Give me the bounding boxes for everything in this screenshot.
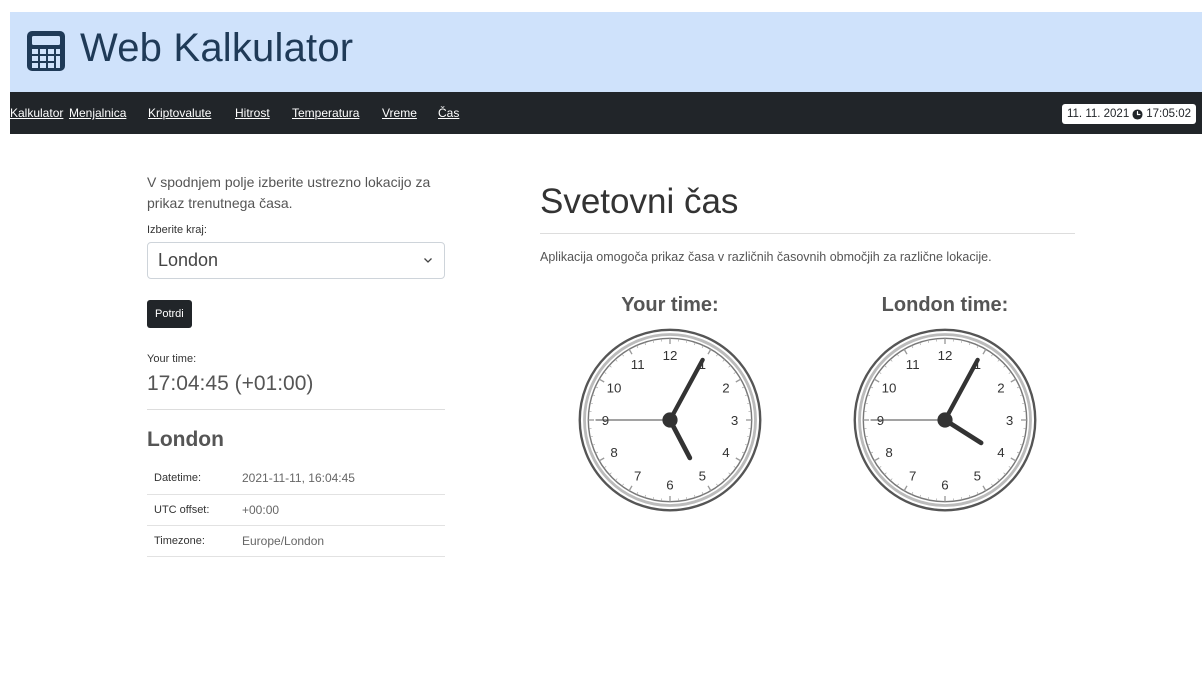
clock-number: 3 bbox=[1006, 413, 1013, 428]
clock-number: 2 bbox=[722, 380, 729, 395]
clock-number: 6 bbox=[666, 477, 673, 492]
world-title: Svetovni čas bbox=[540, 182, 739, 221]
clock-number: 5 bbox=[699, 469, 706, 484]
clock-number: 8 bbox=[610, 445, 617, 460]
row-key: Timezone: bbox=[147, 525, 242, 557]
analog-clock: 123456789101112 bbox=[578, 328, 762, 512]
clock-number: 8 bbox=[885, 445, 892, 460]
clock-number: 10 bbox=[607, 380, 622, 395]
table-row: UTC offset: +00:00 bbox=[147, 494, 445, 526]
clock-number: 6 bbox=[941, 477, 948, 492]
clock-number: 12 bbox=[663, 348, 678, 363]
city-heading: London bbox=[147, 428, 224, 451]
clock-number: 3 bbox=[731, 413, 738, 428]
city-select[interactable]: London bbox=[147, 242, 445, 279]
nav-link-temperatura[interactable]: Temperatura bbox=[292, 106, 359, 120]
location-form: V spodnjem polje izberite ustrezno lokac… bbox=[147, 172, 445, 557]
app-title: Web Kalkulator bbox=[80, 26, 354, 70]
page: Web Kalkulator Kalkulator Menjalnica Kri… bbox=[10, 12, 1202, 675]
clock-number: 7 bbox=[634, 469, 641, 484]
calculator-icon bbox=[27, 31, 65, 71]
confirm-button[interactable]: Potrdi bbox=[147, 300, 192, 328]
badge-time: 17:05:02 bbox=[1146, 108, 1191, 120]
your-time-clock: Your time: 123456789101112 bbox=[570, 294, 770, 515]
clock-number: 2 bbox=[997, 380, 1004, 395]
your-time-value: 17:04:45 (+01:00) bbox=[147, 372, 314, 395]
clock-number: 11 bbox=[906, 357, 920, 372]
clock-number: 10 bbox=[882, 380, 897, 395]
analog-clock: 123456789101112 bbox=[853, 328, 1037, 512]
nav-link-kalkulator[interactable]: Kalkulator bbox=[10, 106, 63, 120]
clock-center bbox=[937, 412, 953, 428]
intro-text: V spodnjem polje izberite ustrezno lokac… bbox=[147, 174, 431, 211]
clock-number: 4 bbox=[997, 445, 1004, 460]
divider bbox=[540, 233, 1075, 234]
london-time-clock: London time: 123456789101112 bbox=[845, 294, 1045, 515]
datetime-badge: 11. 11. 2021 17:05:02 bbox=[1061, 104, 1196, 124]
your-time-label: Your time: bbox=[147, 353, 197, 365]
clock-number: 4 bbox=[722, 445, 729, 460]
nav-link-cas[interactable]: Čas bbox=[438, 106, 459, 120]
nav-link-kriptovalute[interactable]: Kriptovalute bbox=[148, 106, 211, 120]
row-value: Europe/London bbox=[242, 525, 445, 557]
app-header: Web Kalkulator bbox=[10, 12, 1202, 92]
chevron-down-icon bbox=[424, 258, 432, 263]
divider bbox=[147, 409, 445, 410]
world-description: Aplikacija omogoča prikaz časa v različn… bbox=[540, 250, 992, 264]
clock-number: 5 bbox=[974, 469, 981, 484]
city-info-table: Datetime: 2021-11-11, 16:04:45 UTC offse… bbox=[147, 463, 445, 557]
row-key: UTC offset: bbox=[147, 494, 242, 526]
row-value: 2021-11-11, 16:04:45 bbox=[242, 463, 445, 495]
city-select-value: London bbox=[158, 250, 219, 270]
world-time-section: Svetovni čas Aplikacija omogoča prikaz č… bbox=[540, 182, 1075, 264]
nav-link-hitrost[interactable]: Hitrost bbox=[235, 106, 270, 120]
clock-title: London time: bbox=[881, 294, 1009, 316]
select-label: Izberite kraj: bbox=[147, 224, 207, 236]
row-value: +00:00 bbox=[242, 494, 445, 526]
row-key: Datetime: bbox=[147, 463, 242, 495]
table-row: Timezone: Europe/London bbox=[147, 525, 445, 557]
navbar: Kalkulator Menjalnica Kriptovalute Hitro… bbox=[10, 92, 1202, 134]
nav-link-menjalnica[interactable]: Menjalnica bbox=[69, 106, 126, 120]
table-row: Datetime: 2021-11-11, 16:04:45 bbox=[147, 463, 445, 495]
clock-number: 11 bbox=[631, 357, 645, 372]
clock-title: Your time: bbox=[621, 294, 719, 316]
clock-icon bbox=[1132, 108, 1143, 120]
nav-link-vreme[interactable]: Vreme bbox=[382, 106, 417, 120]
clock-center bbox=[662, 412, 678, 428]
clock-number: 7 bbox=[909, 469, 916, 484]
badge-date: 11. 11. 2021 bbox=[1066, 108, 1130, 120]
clock-number: 12 bbox=[938, 348, 953, 363]
